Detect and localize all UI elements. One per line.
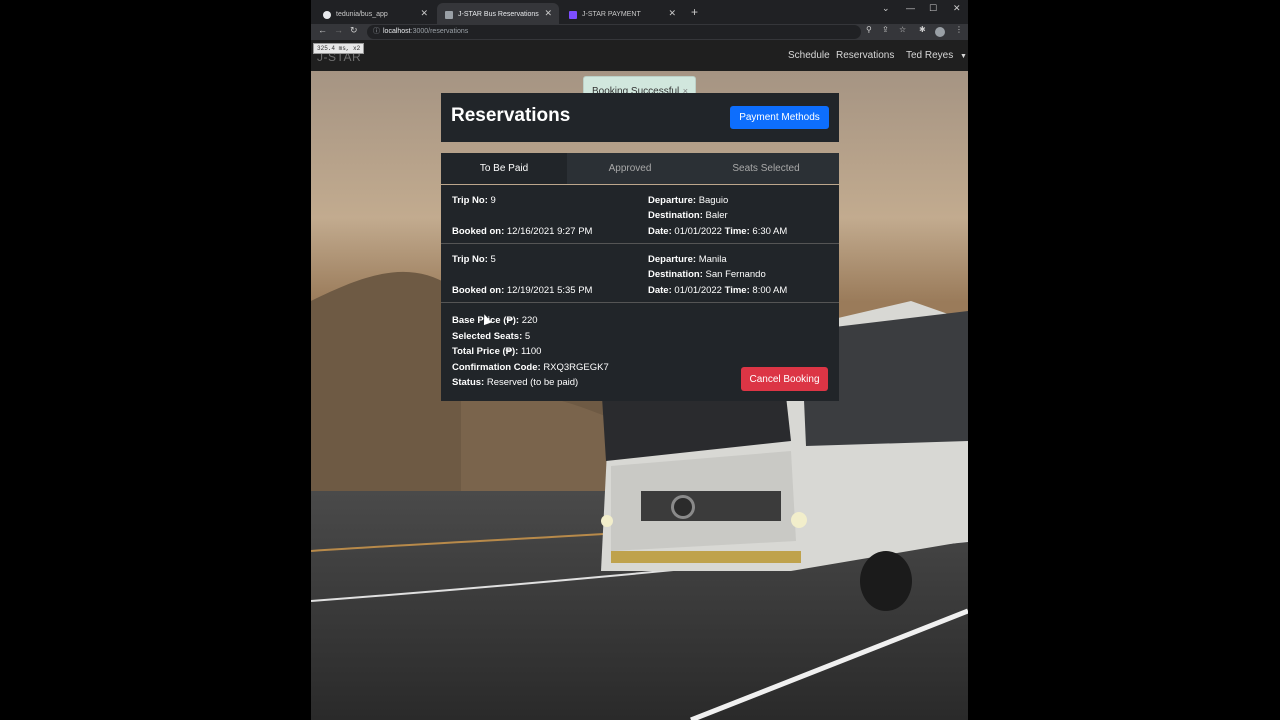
tab-to-be-paid[interactable]: To Be Paid: [441, 153, 567, 184]
page-icon: [445, 10, 453, 19]
tab-strip: tedunia/bus_app ✕ J-STAR Bus Reservation…: [311, 0, 968, 26]
browser-tab-reservations[interactable]: J-STAR Bus Reservations ✕: [437, 3, 559, 26]
window-close-icon[interactable]: ✕: [953, 3, 961, 14]
caret-down-icon: ▼: [960, 53, 967, 60]
page-title: Reservations: [451, 105, 571, 126]
trip-no: Trip No: 5: [452, 254, 496, 265]
departure: Departure: Manila: [648, 254, 727, 265]
browser-tab-title: J-STAR PAYMENT: [582, 11, 641, 18]
date-time: Date: 01/01/2022 Time: 8:00 AM: [648, 285, 788, 296]
close-icon[interactable]: ✕: [544, 8, 552, 19]
forward-icon[interactable]: →: [334, 25, 343, 35]
reservation-item[interactable]: Trip No: 5 Booked on: 12/19/2021 5:35 PM…: [441, 244, 839, 303]
browser-tab-title: J-STAR Bus Reservations: [458, 11, 539, 18]
zoom-icon[interactable]: ⚲: [866, 25, 872, 34]
reservation-details: Base Price (₱): 220 Selected Seats: 5 To…: [441, 303, 839, 401]
departure: Departure: Baguio: [648, 195, 729, 206]
browser-window: tedunia/bus_app ✕ J-STAR Bus Reservation…: [311, 0, 968, 720]
page-icon: [569, 10, 577, 19]
reservations-header: Reservations Payment Methods: [441, 93, 839, 142]
info-icon[interactable]: ⓘ: [373, 25, 380, 39]
total-price: Total Price (₱): 1100: [452, 346, 542, 357]
chevron-down-icon[interactable]: ⌄: [882, 3, 890, 14]
url-path: :3000/reservations: [410, 28, 469, 35]
star-icon[interactable]: ☆: [899, 25, 906, 34]
reload-icon[interactable]: ↻: [350, 25, 358, 36]
status: Status: Reserved (to be paid): [452, 377, 579, 388]
page: J-STAR Schedule Reservations Ted Reyes ▼: [311, 40, 968, 720]
payment-methods-button[interactable]: Payment Methods: [730, 106, 829, 129]
perf-badge: 325.4 ms, x2: [313, 43, 365, 54]
nav-link-reservations[interactable]: Reservations: [836, 50, 894, 61]
close-icon[interactable]: ✕: [668, 8, 676, 19]
url-host: localhost: [383, 28, 411, 35]
close-icon[interactable]: ✕: [420, 8, 428, 19]
maximize-icon[interactable]: ☐: [929, 3, 937, 14]
reservation-item[interactable]: Trip No: 9 Booked on: 12/16/2021 9:27 PM…: [441, 185, 839, 244]
destination: Destination: Baler: [648, 210, 728, 221]
minimize-icon[interactable]: —: [906, 3, 915, 13]
date-time: Date: 01/01/2022 Time: 6:30 AM: [648, 226, 788, 237]
browser-tab-github[interactable]: tedunia/bus_app ✕: [315, 3, 435, 26]
tab-seats-selected[interactable]: Seats Selected: [693, 153, 839, 184]
browser-tab-payment[interactable]: J-STAR PAYMENT ✕: [561, 3, 683, 26]
github-icon: [323, 10, 331, 19]
booked-on: Booked on: 12/19/2021 5:35 PM: [452, 285, 593, 296]
back-icon[interactable]: ←: [318, 25, 327, 35]
extensions-icon[interactable]: ✱: [919, 25, 926, 34]
nav-link-schedule[interactable]: Schedule: [788, 50, 830, 61]
user-menu[interactable]: Ted Reyes ▼: [906, 50, 967, 61]
booked-on: Booked on: 12/16/2021 9:27 PM: [452, 226, 593, 237]
share-icon[interactable]: ⇪: [882, 25, 889, 34]
browser-tab-title: tedunia/bus_app: [336, 11, 388, 18]
confirmation-code: Confirmation Code: RXQ3RGEGK7: [452, 362, 609, 373]
cancel-booking-button[interactable]: Cancel Booking: [741, 367, 828, 391]
destination: Destination: San Fernando: [648, 269, 766, 280]
browser-toolbar: ← → ↻ ⓘ localhost:3000/reservations ⚲ ⇪ …: [311, 24, 968, 40]
menu-dots-icon[interactable]: ⋮: [955, 25, 963, 34]
user-name: Ted Reyes: [906, 50, 954, 61]
selected-seats: Selected Seats: 5: [452, 331, 531, 342]
address-bar[interactable]: ⓘ localhost:3000/reservations: [367, 25, 861, 39]
site-navbar: J-STAR Schedule Reservations Ted Reyes ▼: [311, 40, 968, 71]
tab-approved[interactable]: Approved: [567, 153, 693, 184]
trip-no: Trip No: 9: [452, 195, 496, 206]
reservation-tabs: To Be Paid Approved Seats Selected: [441, 153, 839, 184]
profile-avatar[interactable]: [935, 27, 945, 37]
new-tab-button[interactable]: +: [691, 5, 698, 19]
base-price: Base Price (₱): 220: [452, 315, 538, 326]
